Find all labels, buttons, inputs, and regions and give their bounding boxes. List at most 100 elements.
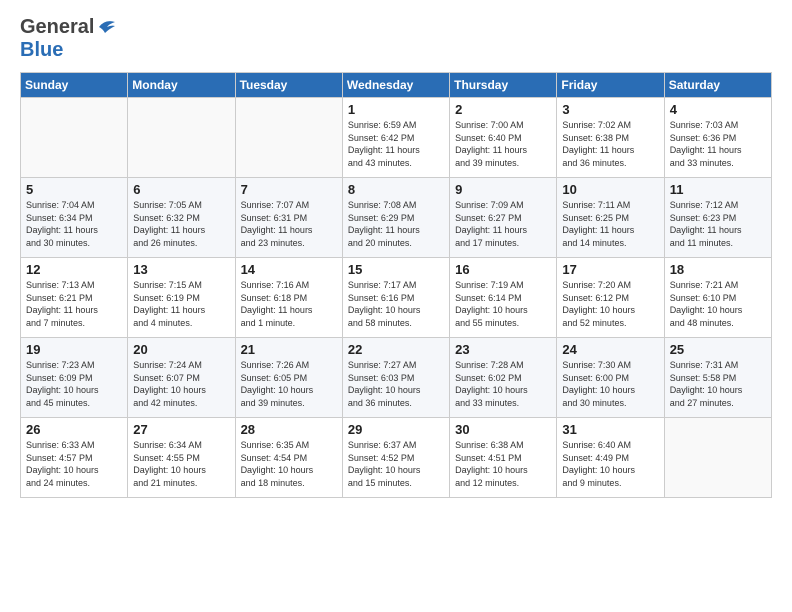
calendar-cell: 1 Sunrise: 6:59 AM Sunset: 6:42 PM Daylig… xyxy=(342,98,449,178)
day-number: 28 xyxy=(241,422,337,437)
calendar-cell: 18 Sunrise: 7:21 AM Sunset: 6:10 PM Dayli… xyxy=(664,258,771,338)
day-info: Sunrise: 7:19 AM Sunset: 6:14 PM Dayligh… xyxy=(455,279,551,329)
logo-general: General xyxy=(20,16,94,39)
logo-bird-icon xyxy=(97,19,117,35)
day-info: Sunrise: 6:33 AM Sunset: 4:57 PM Dayligh… xyxy=(26,439,122,489)
page: General Blue SundayMondayTuesdayWednesda… xyxy=(0,0,792,612)
day-number: 25 xyxy=(670,342,766,357)
calendar-cell: 13 Sunrise: 7:15 AM Sunset: 6:19 PM Dayli… xyxy=(128,258,235,338)
day-info: Sunrise: 7:04 AM Sunset: 6:34 PM Dayligh… xyxy=(26,199,122,249)
day-info: Sunrise: 7:02 AM Sunset: 6:38 PM Dayligh… xyxy=(562,119,658,169)
day-info: Sunrise: 7:31 AM Sunset: 5:58 PM Dayligh… xyxy=(670,359,766,409)
calendar-cell: 26 Sunrise: 6:33 AM Sunset: 4:57 PM Dayli… xyxy=(21,418,128,498)
day-info: Sunrise: 7:12 AM Sunset: 6:23 PM Dayligh… xyxy=(670,199,766,249)
calendar-cell: 6 Sunrise: 7:05 AM Sunset: 6:32 PM Daylig… xyxy=(128,178,235,258)
day-number: 17 xyxy=(562,262,658,277)
calendar-cell: 11 Sunrise: 7:12 AM Sunset: 6:23 PM Dayli… xyxy=(664,178,771,258)
day-number: 15 xyxy=(348,262,444,277)
calendar-cell xyxy=(21,98,128,178)
calendar-cell: 3 Sunrise: 7:02 AM Sunset: 6:38 PM Daylig… xyxy=(557,98,664,178)
day-number: 21 xyxy=(241,342,337,357)
calendar-cell xyxy=(235,98,342,178)
weekday-tuesday: Tuesday xyxy=(235,73,342,98)
day-number: 27 xyxy=(133,422,229,437)
day-info: Sunrise: 7:13 AM Sunset: 6:21 PM Dayligh… xyxy=(26,279,122,329)
day-number: 18 xyxy=(670,262,766,277)
calendar-cell: 20 Sunrise: 7:24 AM Sunset: 6:07 PM Dayli… xyxy=(128,338,235,418)
day-number: 19 xyxy=(26,342,122,357)
day-info: Sunrise: 7:23 AM Sunset: 6:09 PM Dayligh… xyxy=(26,359,122,409)
calendar-cell: 9 Sunrise: 7:09 AM Sunset: 6:27 PM Daylig… xyxy=(450,178,557,258)
day-number: 6 xyxy=(133,182,229,197)
calendar-cell: 29 Sunrise: 6:37 AM Sunset: 4:52 PM Dayli… xyxy=(342,418,449,498)
day-info: Sunrise: 7:21 AM Sunset: 6:10 PM Dayligh… xyxy=(670,279,766,329)
day-info: Sunrise: 7:15 AM Sunset: 6:19 PM Dayligh… xyxy=(133,279,229,329)
day-info: Sunrise: 7:07 AM Sunset: 6:31 PM Dayligh… xyxy=(241,199,337,249)
day-number: 23 xyxy=(455,342,551,357)
calendar-cell: 10 Sunrise: 7:11 AM Sunset: 6:25 PM Dayli… xyxy=(557,178,664,258)
weekday-wednesday: Wednesday xyxy=(342,73,449,98)
calendar-cell: 31 Sunrise: 6:40 AM Sunset: 4:49 PM Dayli… xyxy=(557,418,664,498)
day-number: 26 xyxy=(26,422,122,437)
calendar-table: SundayMondayTuesdayWednesdayThursdayFrid… xyxy=(20,72,772,498)
week-row-3: 12 Sunrise: 7:13 AM Sunset: 6:21 PM Dayli… xyxy=(21,258,772,338)
calendar-cell: 2 Sunrise: 7:00 AM Sunset: 6:40 PM Daylig… xyxy=(450,98,557,178)
day-number: 10 xyxy=(562,182,658,197)
day-number: 5 xyxy=(26,182,122,197)
weekday-thursday: Thursday xyxy=(450,73,557,98)
weekday-saturday: Saturday xyxy=(664,73,771,98)
logo-blue: Blue xyxy=(20,39,63,61)
day-info: Sunrise: 7:00 AM Sunset: 6:40 PM Dayligh… xyxy=(455,119,551,169)
day-info: Sunrise: 7:26 AM Sunset: 6:05 PM Dayligh… xyxy=(241,359,337,409)
day-number: 3 xyxy=(562,102,658,117)
day-number: 4 xyxy=(670,102,766,117)
calendar-cell: 30Sunrise: 6:38 AM Sunset: 4:51 PM Dayli… xyxy=(450,418,557,498)
weekday-monday: Monday xyxy=(128,73,235,98)
day-number: 13 xyxy=(133,262,229,277)
calendar-cell: 12 Sunrise: 7:13 AM Sunset: 6:21 PM Dayli… xyxy=(21,258,128,338)
day-info: Sunrise: 6:59 AM Sunset: 6:42 PM Dayligh… xyxy=(348,119,444,169)
day-info: Sunrise: 6:34 AM Sunset: 4:55 PM Dayligh… xyxy=(133,439,229,489)
day-info: Sunrise: 7:20 AM Sunset: 6:12 PM Dayligh… xyxy=(562,279,658,329)
calendar-cell: 28 Sunrise: 6:35 AM Sunset: 4:54 PM Dayli… xyxy=(235,418,342,498)
calendar-cell: 21 Sunrise: 7:26 AM Sunset: 6:05 PM Dayli… xyxy=(235,338,342,418)
week-row-2: 5 Sunrise: 7:04 AM Sunset: 6:34 PM Daylig… xyxy=(21,178,772,258)
day-number: 9 xyxy=(455,182,551,197)
day-number: 16 xyxy=(455,262,551,277)
day-info: Sunrise: 7:03 AM Sunset: 6:36 PM Dayligh… xyxy=(670,119,766,169)
day-number: 29 xyxy=(348,422,444,437)
calendar-cell: 15Sunrise: 7:17 AM Sunset: 6:16 PM Dayli… xyxy=(342,258,449,338)
week-row-1: 1 Sunrise: 6:59 AM Sunset: 6:42 PM Daylig… xyxy=(21,98,772,178)
day-info: Sunrise: 6:40 AM Sunset: 4:49 PM Dayligh… xyxy=(562,439,658,489)
weekday-friday: Friday xyxy=(557,73,664,98)
weekday-sunday: Sunday xyxy=(21,73,128,98)
day-number: 8 xyxy=(348,182,444,197)
day-info: Sunrise: 7:09 AM Sunset: 6:27 PM Dayligh… xyxy=(455,199,551,249)
day-info: Sunrise: 7:08 AM Sunset: 6:29 PM Dayligh… xyxy=(348,199,444,249)
calendar-cell: 4 Sunrise: 7:03 AM Sunset: 6:36 PM Daylig… xyxy=(664,98,771,178)
day-number: 24 xyxy=(562,342,658,357)
calendar-cell: 27 Sunrise: 6:34 AM Sunset: 4:55 PM Dayli… xyxy=(128,418,235,498)
calendar-cell: 17 Sunrise: 7:20 AM Sunset: 6:12 PM Dayli… xyxy=(557,258,664,338)
calendar-cell xyxy=(664,418,771,498)
day-info: Sunrise: 7:11 AM Sunset: 6:25 PM Dayligh… xyxy=(562,199,658,249)
calendar-cell: 19 Sunrise: 7:23 AM Sunset: 6:09 PM Dayli… xyxy=(21,338,128,418)
day-number: 1 xyxy=(348,102,444,117)
day-info: Sunrise: 7:16 AM Sunset: 6:18 PM Dayligh… xyxy=(241,279,337,329)
day-number: 11 xyxy=(670,182,766,197)
day-info: Sunrise: 6:37 AM Sunset: 4:52 PM Dayligh… xyxy=(348,439,444,489)
calendar-cell: 23Sunrise: 7:28 AM Sunset: 6:02 PM Dayli… xyxy=(450,338,557,418)
day-number: 12 xyxy=(26,262,122,277)
calendar-cell: 8 Sunrise: 7:08 AM Sunset: 6:29 PM Daylig… xyxy=(342,178,449,258)
day-number: 20 xyxy=(133,342,229,357)
day-info: Sunrise: 6:35 AM Sunset: 4:54 PM Dayligh… xyxy=(241,439,337,489)
day-info: Sunrise: 7:05 AM Sunset: 6:32 PM Dayligh… xyxy=(133,199,229,249)
day-info: Sunrise: 6:38 AM Sunset: 4:51 PM Dayligh… xyxy=(455,439,551,489)
week-row-4: 19 Sunrise: 7:23 AM Sunset: 6:09 PM Dayli… xyxy=(21,338,772,418)
day-info: Sunrise: 7:24 AM Sunset: 6:07 PM Dayligh… xyxy=(133,359,229,409)
day-info: Sunrise: 7:30 AM Sunset: 6:00 PM Dayligh… xyxy=(562,359,658,409)
logo: General Blue xyxy=(20,16,117,62)
day-number: 2 xyxy=(455,102,551,117)
header: General Blue xyxy=(20,16,772,62)
day-number: 31 xyxy=(562,422,658,437)
